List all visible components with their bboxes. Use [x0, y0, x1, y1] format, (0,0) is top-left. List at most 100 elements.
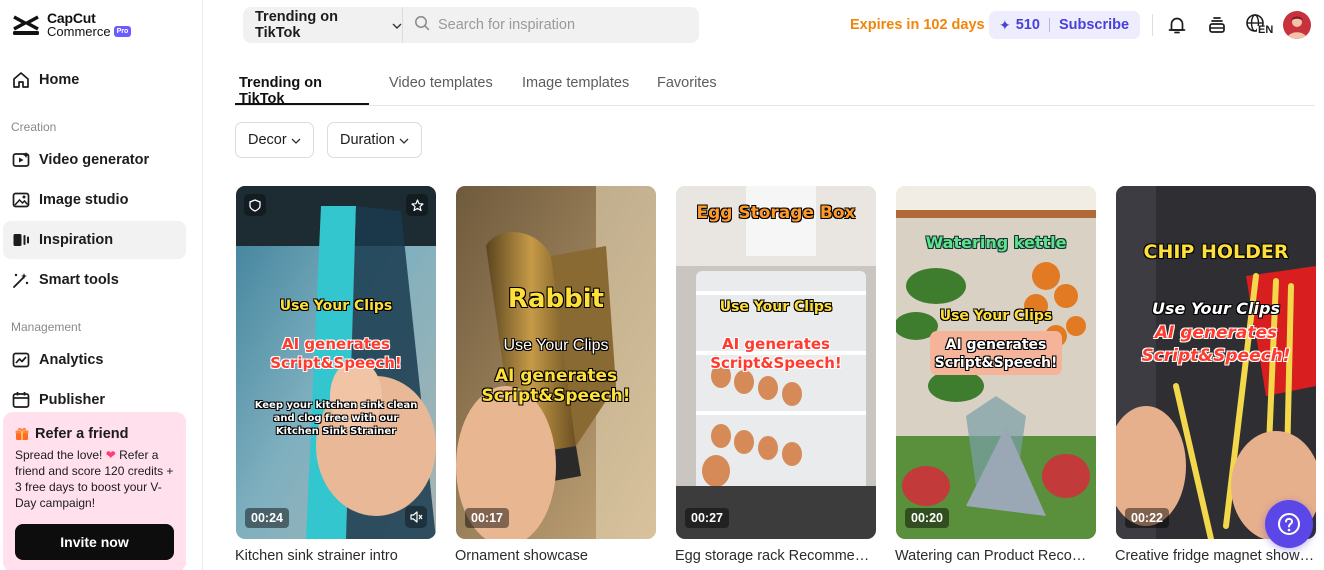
avatar[interactable] [1283, 11, 1311, 39]
favorite-star-icon[interactable] [406, 194, 428, 216]
overlay-text: Egg Storage Box [696, 203, 856, 223]
decor-filter-dropdown[interactable]: Decor [235, 122, 314, 158]
storage-stack-icon[interactable] [1205, 13, 1229, 37]
sidebar-item-label: Inspiration [39, 232, 114, 248]
divider [1048, 18, 1050, 32]
overlay-text: Keep your kitchen sink clean [254, 400, 418, 411]
video-card-title[interactable]: Watering can Product Recommendation [895, 548, 1095, 564]
sidebar-item-home[interactable]: Home [3, 61, 186, 99]
video-card-ornament-showcase[interactable]: Rabbit Use Your Clips AI generates Scrip… [456, 186, 656, 539]
sparkle-icon: ✦ [999, 16, 1011, 33]
chevron-down-icon [392, 17, 402, 33]
subscribe-button[interactable]: Subscribe [1059, 17, 1129, 33]
overlay-text: AI generates [494, 366, 618, 386]
sidebar-item-analytics[interactable]: Analytics [3, 341, 186, 379]
search-bar: Trending on TikTok [243, 7, 699, 43]
content-tabs: Trending on TikTok Video templates Image… [235, 70, 1315, 107]
video-card-kitchen-sink-strainer[interactable]: Use Your Clips AI generates Script&Speec… [236, 186, 436, 539]
language-label: EN [1258, 24, 1274, 36]
search-scope-dropdown[interactable]: Trending on TikTok [243, 7, 403, 43]
video-duration: 00:24 [245, 508, 289, 528]
sidebar-item-inspiration[interactable]: Inspiration [3, 221, 186, 259]
overlay-text: and clog free with our [273, 413, 399, 424]
search-scope-label: Trending on TikTok [255, 9, 338, 41]
overlay-text: AI generates [722, 335, 830, 353]
video-duration: 00:20 [905, 508, 949, 528]
overlay-text: Use Your Clips [1152, 299, 1280, 318]
video-card-fridge-magnet[interactable]: CHIP HOLDER Use Your Clips AI generates … [1116, 186, 1316, 539]
duration-filter-dropdown[interactable]: Duration [327, 122, 422, 158]
tab-trending-on-tiktok[interactable]: Trending on TikTok [235, 75, 369, 107]
image-studio-icon [11, 190, 31, 210]
capcut-logo-icon [11, 11, 41, 39]
video-card-egg-storage-rack[interactable]: Egg Storage Box Use Your Clips AI genera… [676, 186, 876, 539]
refer-description: Spread the love! ❤ Refer a friend and sc… [15, 448, 174, 510]
notification-bell-icon[interactable] [1165, 13, 1189, 37]
pro-badge: Pro [113, 26, 132, 37]
sidebar-item-image-studio[interactable]: Image studio [3, 181, 186, 219]
sidebar-item-label: Publisher [39, 392, 106, 408]
overlay-text: Script&Speech! [1141, 346, 1291, 366]
mute-icon[interactable] [405, 506, 427, 528]
overlay-text: Script&Speech! [710, 354, 842, 372]
language-globe-icon[interactable]: EN [1245, 13, 1273, 37]
help-button[interactable] [1265, 500, 1313, 548]
sidebar-item-label: Smart tools [39, 272, 119, 288]
overlay-text: Kitchen Sink Strainer [275, 426, 397, 437]
chevron-down-icon [399, 132, 409, 148]
refer-a-friend-card: Refer a friend Spread the love! ❤ Refer … [3, 412, 186, 570]
video-card-watering-can[interactable]: Watering kettle Use Your Clips AI genera… [896, 186, 1096, 539]
video-duration: 00:17 [465, 508, 509, 528]
overlay-text: AI generates [1154, 323, 1278, 343]
overlay-text: Use Your Clips [719, 299, 833, 315]
header-divider [1152, 14, 1153, 36]
decor-filter-label: Decor [248, 132, 287, 148]
refer-title: Refer a friend [35, 426, 129, 442]
search-input[interactable] [438, 17, 678, 33]
calendar-icon [11, 390, 31, 410]
overlay-text: Script&Speech! [270, 354, 402, 372]
video-duration: 00:22 [1125, 508, 1169, 528]
video-thumbnail [456, 186, 656, 539]
duration-filter-label: Duration [340, 132, 395, 148]
plan-expiry-notice[interactable]: Expires in 102 days [850, 17, 985, 33]
video-card-title[interactable]: Egg storage rack Recommendation [675, 548, 875, 564]
home-icon [11, 70, 31, 90]
video-card-title[interactable]: Kitchen sink strainer intro [235, 548, 435, 564]
gift-icon [15, 427, 29, 441]
video-duration: 00:27 [685, 508, 729, 528]
overlay-text: AI generates [945, 337, 1047, 353]
overlay-text: AI generates [282, 335, 390, 353]
heart-icon: ❤ [105, 448, 116, 462]
overlay-text: Script&Speech! [481, 386, 631, 406]
video-generator-icon [11, 150, 31, 170]
brand-subname: Commerce [47, 24, 111, 39]
overlay-text: CHIP HOLDER [1143, 241, 1289, 263]
capcut-commerce-logo[interactable]: CapCut Commerce Pro [11, 11, 132, 39]
overlay-text: Watering kettle [925, 233, 1067, 252]
overlay-text: Script&Speech! [934, 355, 1058, 371]
sidebar-item-label: Analytics [39, 352, 104, 368]
inspiration-icon [11, 230, 31, 250]
search-icon [414, 15, 430, 36]
video-card-title[interactable]: Ornament showcase [455, 548, 655, 564]
sidebar-item-smart-tools[interactable]: Smart tools [3, 261, 186, 299]
overlay-text: Use Your Clips [503, 337, 609, 354]
video-card-title[interactable]: Creative fridge magnet showcase [1115, 548, 1315, 564]
overlay-text: Use Your Clips [939, 308, 1053, 324]
tab-favorites[interactable]: Favorites [657, 75, 717, 105]
section-label-creation: Creation [11, 120, 57, 134]
credits-subscribe-pill[interactable]: ✦ 510 Subscribe [989, 11, 1140, 39]
tab-image-templates[interactable]: Image templates [522, 75, 629, 105]
analytics-icon [11, 350, 31, 370]
magic-wand-icon [11, 270, 31, 290]
overlay-text: Use Your Clips [279, 298, 393, 314]
sidebar-item-video-generator[interactable]: Video generator [3, 141, 186, 179]
invite-now-button[interactable]: Invite now [15, 524, 174, 560]
question-mark-icon [1278, 513, 1300, 535]
search-field [403, 15, 699, 36]
shield-icon[interactable] [244, 194, 266, 216]
overlay-text: Rabbit [507, 284, 605, 314]
tab-video-templates[interactable]: Video templates [389, 75, 493, 105]
credits-count: 510 [1015, 17, 1040, 33]
